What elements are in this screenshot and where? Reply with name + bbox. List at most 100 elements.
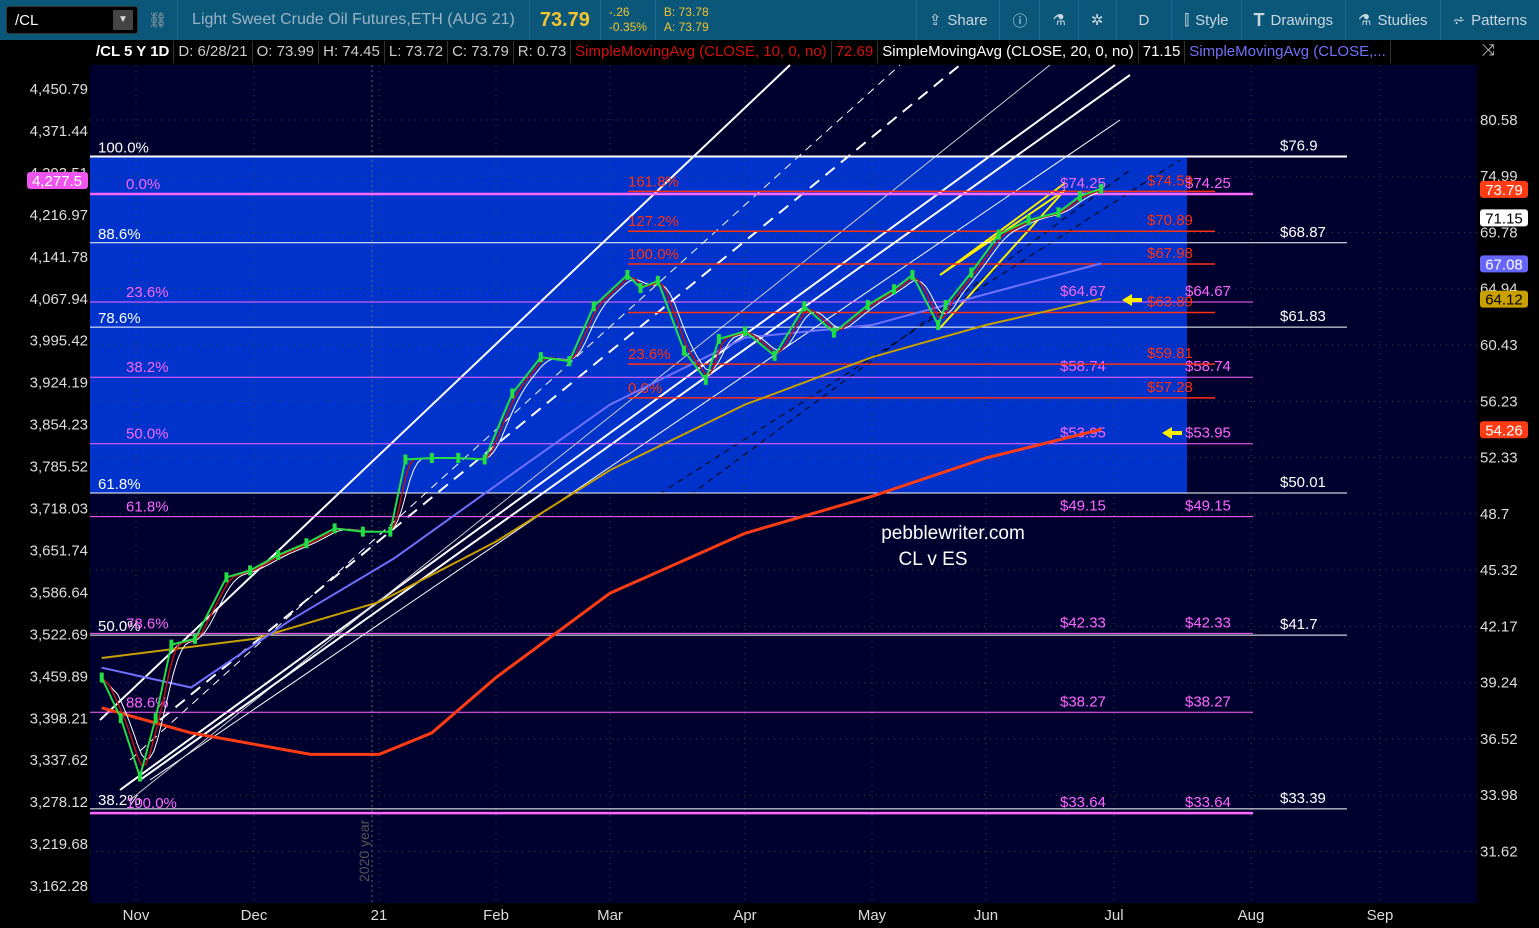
candle (360, 526, 365, 537)
right-axis-tick: 80.58 (1480, 112, 1518, 129)
fib-price-label: $76.9 (1280, 138, 1318, 155)
label: Patterns (1471, 11, 1527, 29)
fib-price-label: $42.33 (1185, 614, 1231, 631)
range: R: 0.73 (514, 41, 572, 63)
fib-pct-label: 100.0% (98, 140, 149, 157)
left-axis-tick: 4,067.94 (30, 291, 88, 308)
candle (99, 672, 104, 683)
last-price: 73.79 (539, 8, 590, 31)
change: -.26 (608, 5, 630, 19)
high: H: 74.45 (319, 41, 385, 63)
x-axis-label: Nov (123, 907, 150, 924)
candle (224, 572, 229, 583)
drawings-button[interactable]: T Drawings (1240, 0, 1346, 40)
price-badge-text: 71.15 (1485, 210, 1523, 227)
fib-price-label: $42.33 (1060, 614, 1106, 631)
right-axis-tick: 39.24 (1480, 675, 1518, 692)
share-button[interactable]: ⇪ Share (915, 0, 1000, 40)
fib-price-label: $50.01 (1280, 474, 1326, 491)
flask-button[interactable]: ⚗ (1039, 0, 1077, 40)
candle (802, 301, 807, 312)
candle (996, 229, 1001, 240)
style-button[interactable]: ⫿ Style (1171, 0, 1240, 40)
candle (276, 550, 281, 561)
sma10-label[interactable]: SimpleMovingAvg (CLOSE, 10, 0, no) (571, 41, 832, 63)
fib-price-label: $49.15 (1185, 498, 1231, 515)
x-axis-label: May (858, 907, 887, 924)
left-axis-tick: 3,651.74 (30, 542, 88, 559)
candle (1099, 183, 1104, 194)
fib-pct-label: 0.0% (628, 380, 662, 397)
candle (538, 352, 543, 363)
fib-price-label: $70.89 (1147, 212, 1193, 229)
autoscale-icon[interactable]: ⤨ (1482, 42, 1495, 60)
x-axis-label: Jun (974, 907, 998, 924)
info-button[interactable]: ⓘ (999, 0, 1039, 40)
candle (403, 454, 408, 465)
candle (682, 345, 687, 356)
sma50-label[interactable]: SimpleMovingAvg (CLOSE,... (1185, 41, 1391, 63)
label: Share (947, 11, 988, 29)
left-axis-tick: 3,785.52 (30, 459, 88, 476)
flask-icon: ⚗ (1358, 12, 1372, 29)
open: O: 73.99 (253, 41, 320, 63)
chart-header: /CL 5 Y 1D D: 6/28/21 O: 73.99 H: 74.45 … (92, 41, 1391, 63)
instrument-description: Light Sweet Crude Oil Futures,ETH (AUG 2… (192, 11, 515, 28)
fib-pct-label: 50.0% (126, 426, 169, 443)
right-axis-tick: 52.33 (1480, 450, 1518, 467)
chart-title: /CL 5 Y 1D (92, 41, 175, 63)
right-axis-tick: 45.32 (1480, 562, 1518, 579)
chevron-down-icon[interactable]: ▼ (113, 10, 133, 30)
patterns-button[interactable]: ⩫ Patterns (1439, 0, 1539, 40)
fib-price-label: $67.98 (1147, 245, 1193, 262)
toolbar: /CL ▼ ⛓ Light Sweet Crude Oil Futures,ETH… (0, 0, 1539, 40)
candle (169, 639, 174, 650)
fib-price-label: $38.27 (1060, 693, 1106, 710)
ask: A: 73.79 (663, 20, 709, 34)
studies-button[interactable]: ⚗ Studies (1345, 0, 1440, 40)
candle (510, 388, 515, 399)
candle (910, 269, 915, 280)
left-badge-text: 4,277.5 (32, 173, 82, 190)
price-badge-text: 67.08 (1485, 256, 1523, 273)
fib-pct-label: 0.0% (126, 176, 160, 193)
fib-price-label: $33.64 (1060, 794, 1106, 811)
fib-price-label: $33.39 (1280, 790, 1326, 807)
x-axis-label: 21 (371, 907, 388, 924)
symbol-selector[interactable]: /CL ▼ (6, 6, 138, 34)
label: Style (1195, 11, 1229, 29)
candle (332, 523, 337, 534)
candle (625, 269, 630, 280)
candle (936, 319, 941, 330)
fib-pct-label: 38.2% (126, 359, 169, 376)
right-axis-tick: 36.52 (1480, 731, 1518, 748)
label: Studies (1377, 11, 1428, 29)
fib-pct-label: 61.8% (98, 476, 141, 493)
left-axis-tick: 4,216.97 (30, 207, 88, 224)
candle (716, 333, 721, 344)
settings-button[interactable]: ✲ (1077, 0, 1116, 40)
aggregation-button[interactable]: D (1115, 0, 1172, 40)
fib-pct-label: 100.0% (628, 246, 679, 263)
left-axis-tick: 3,219.68 (30, 836, 88, 853)
fib-price-label: $74.59 (1147, 172, 1193, 189)
fib-pct-label: 78.6% (98, 310, 141, 327)
text-t-icon: T (1253, 9, 1265, 30)
watermark: CL v ES (899, 549, 968, 570)
left-axis-tick: 3,718.03 (30, 501, 88, 518)
left-axis-tick: 3,854.23 (30, 417, 88, 434)
fib-pct-label: 23.6% (628, 346, 671, 363)
sma20-label[interactable]: SimpleMovingAvg (CLOSE, 20, 0, no) (878, 41, 1139, 63)
candle (969, 267, 974, 278)
left-axis-tick: 3,162.28 (30, 878, 88, 895)
candle (248, 565, 253, 576)
date: D: 6/28/21 (174, 41, 253, 63)
left-axis-tick: 3,278.12 (30, 794, 88, 811)
price-badge-text: 54.26 (1485, 422, 1523, 439)
watermark: pebblewriter.com (881, 523, 1025, 544)
fib-pct-label: 23.6% (126, 284, 169, 301)
price-chart[interactable]: 100.0% $76.9 88.6% $68.87 78.6% $61.83 61.8% $5… (0, 0, 1539, 928)
link-icon[interactable]: ⛓ (148, 11, 167, 29)
x-axis-label: Apr (733, 907, 756, 924)
candle (118, 713, 123, 724)
